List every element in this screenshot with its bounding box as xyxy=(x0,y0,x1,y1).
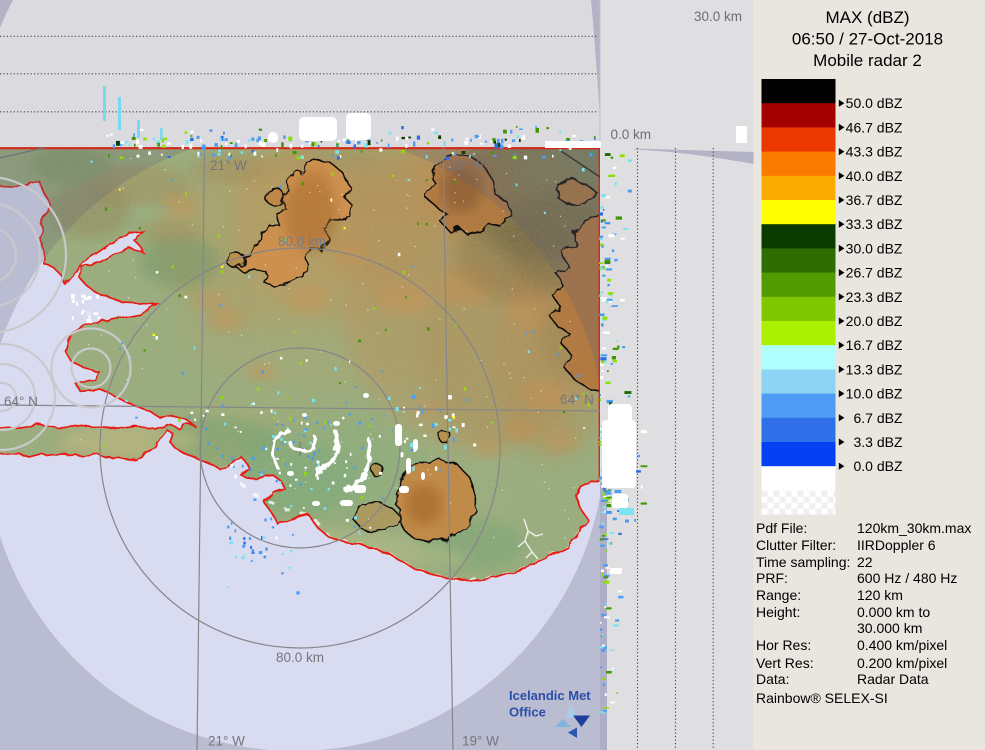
svg-text:43.3 dBZ: 43.3 dBZ xyxy=(846,144,903,160)
svg-text:0.400 km/pixel: 0.400 km/pixel xyxy=(857,637,947,653)
svg-text:Icelandic Met: Icelandic Met xyxy=(509,688,591,703)
svg-text:6.7 dBZ: 6.7 dBZ xyxy=(853,410,902,426)
svg-text:16.7 dBZ: 16.7 dBZ xyxy=(846,337,903,353)
svg-text:MAX (dBZ): MAX (dBZ) xyxy=(825,8,909,27)
svg-text:13.3 dBZ: 13.3 dBZ xyxy=(846,361,903,377)
svg-text:Data:: Data: xyxy=(756,671,789,687)
svg-text:Radar Data: Radar Data xyxy=(857,671,929,687)
svg-text:3.3 dBZ: 3.3 dBZ xyxy=(853,434,902,450)
svg-text:40.0 dBZ: 40.0 dBZ xyxy=(846,168,903,184)
svg-text:Height:: Height: xyxy=(756,604,800,620)
svg-text:30.0 km: 30.0 km xyxy=(694,9,742,24)
svg-text:80.0 km: 80.0 km xyxy=(276,650,324,665)
svg-text:21° W: 21° W xyxy=(208,734,245,749)
svg-text:46.7 dBZ: 46.7 dBZ xyxy=(846,119,903,135)
svg-text:0.000 km to: 0.000 km to xyxy=(857,604,930,620)
svg-text:IIRDoppler 6: IIRDoppler 6 xyxy=(857,537,936,553)
svg-text:33.3 dBZ: 33.3 dBZ xyxy=(846,216,903,232)
svg-text:Rainbow® SELEX-SI: Rainbow® SELEX-SI xyxy=(756,690,888,706)
svg-text:0.0 km: 0.0 km xyxy=(610,127,651,142)
svg-text:19° W: 19° W xyxy=(462,734,499,749)
svg-text:22: 22 xyxy=(857,554,873,570)
svg-text:0.200 km/pixel: 0.200 km/pixel xyxy=(857,655,947,671)
svg-text:Clutter Filter:: Clutter Filter: xyxy=(756,537,836,553)
svg-text:36.7 dBZ: 36.7 dBZ xyxy=(846,192,903,208)
svg-text:Vert Res:: Vert Res: xyxy=(756,655,814,671)
svg-text:Office: Office xyxy=(509,705,546,720)
svg-text:Hor Res:: Hor Res: xyxy=(756,637,811,653)
svg-text:10.0 dBZ: 10.0 dBZ xyxy=(846,386,903,402)
svg-text:0.0 dBZ: 0.0 dBZ xyxy=(853,458,902,474)
svg-text:26.7 dBZ: 26.7 dBZ xyxy=(846,265,903,281)
svg-text:600 Hz / 480 Hz: 600 Hz / 480 Hz xyxy=(857,570,957,586)
svg-text:30.000 km: 30.000 km xyxy=(857,620,922,636)
svg-text:PRF:: PRF: xyxy=(756,570,788,586)
svg-text:50.0 dBZ: 50.0 dBZ xyxy=(846,95,903,111)
svg-text:120 km: 120 km xyxy=(857,587,903,603)
svg-text:20.0 dBZ: 20.0 dBZ xyxy=(846,313,903,329)
svg-text:Range:: Range: xyxy=(756,587,801,603)
svg-text:30.0 dBZ: 30.0 dBZ xyxy=(846,240,903,256)
svg-text:80.0 km: 80.0 km xyxy=(278,234,326,249)
svg-text:Mobile radar 2: Mobile radar 2 xyxy=(813,51,922,70)
svg-text:64° N: 64° N xyxy=(560,392,594,407)
svg-text:06:50 / 27-Oct-2018: 06:50 / 27-Oct-2018 xyxy=(792,30,943,49)
svg-text:Time sampling:: Time sampling: xyxy=(756,554,850,570)
svg-text:23.3 dBZ: 23.3 dBZ xyxy=(846,289,903,305)
svg-text:Pdf File:: Pdf File: xyxy=(756,520,807,536)
svg-text:120km_30km.max: 120km_30km.max xyxy=(857,520,971,536)
svg-text:19° W: 19° W xyxy=(447,158,484,173)
svg-text:21° W: 21° W xyxy=(210,158,247,173)
svg-text:64° N: 64° N xyxy=(4,394,38,409)
